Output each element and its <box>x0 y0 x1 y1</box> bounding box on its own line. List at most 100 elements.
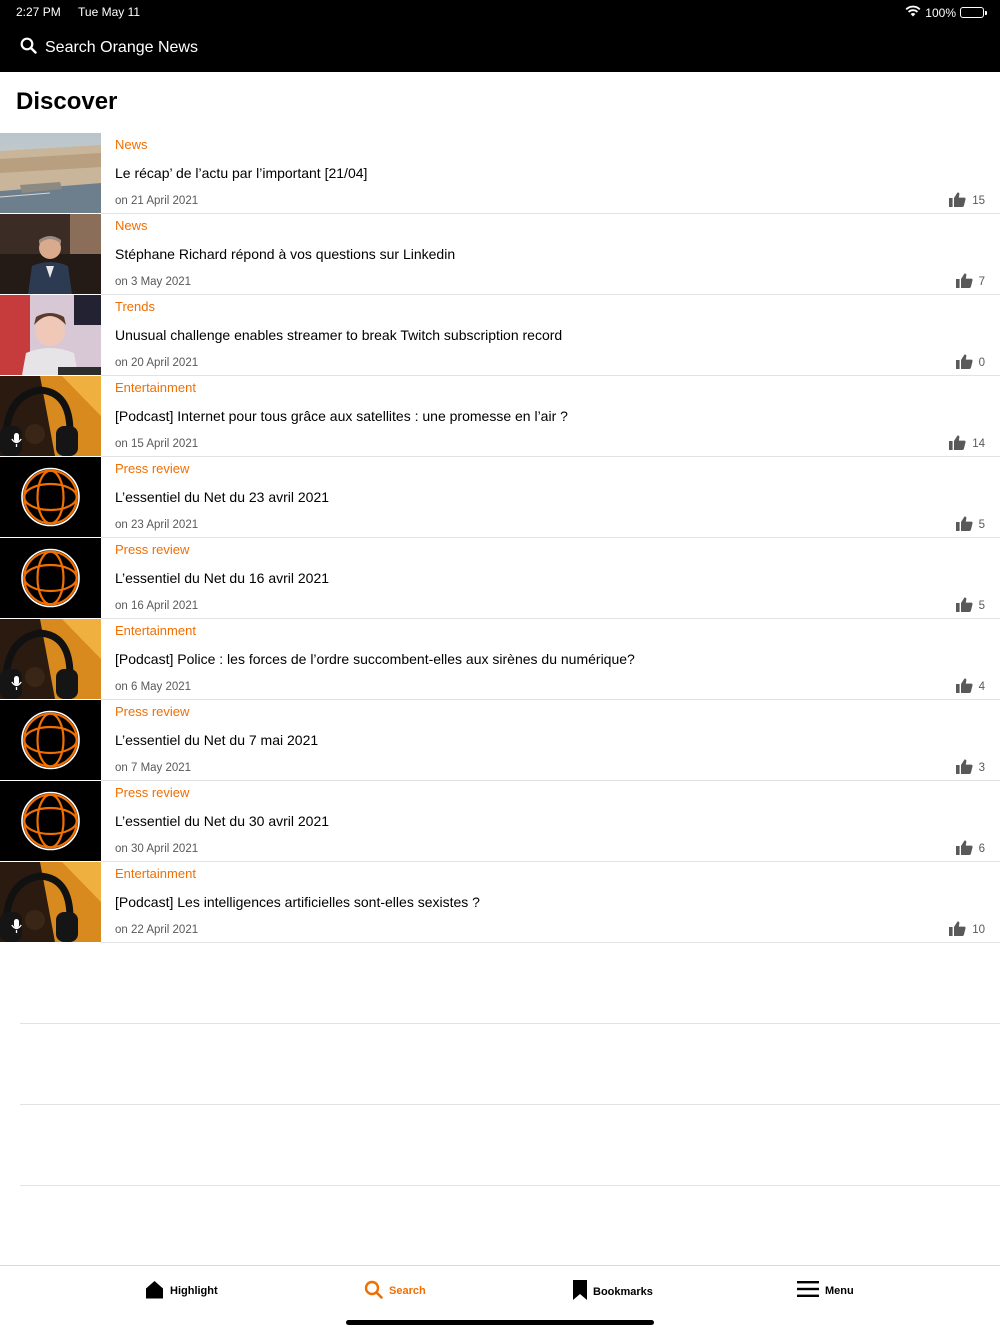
article-likes[interactable]: 15 <box>949 192 985 210</box>
article-category: Press review <box>115 704 190 719</box>
article-like-count: 6 <box>978 843 985 855</box>
article-item[interactable]: Press review L’essentiel du Net du 7 mai … <box>0 700 1000 781</box>
article-title: L’essentiel du Net du 7 mai 2021 <box>115 732 319 748</box>
home-icon <box>145 1280 164 1302</box>
article-date: on 6 May 2021 <box>115 681 192 693</box>
article-item[interactable]: Entertainment [Podcast] Les intelligences… <box>0 862 1000 943</box>
article-like-count: 15 <box>972 195 985 207</box>
search-icon <box>364 1280 383 1302</box>
article-category: Entertainment <box>115 380 196 395</box>
article-date: on 30 April 2021 <box>115 843 199 855</box>
article-body: Entertainment [Podcast] Les intelligences… <box>101 862 1000 943</box>
menu-icon <box>797 1280 819 1301</box>
search-field[interactable]: Search Orange News <box>20 36 198 60</box>
article-likes[interactable]: 6 <box>955 840 985 858</box>
article-category: Entertainment <box>115 623 196 638</box>
article-likes[interactable]: 14 <box>949 435 985 453</box>
article-body: News Le récap’ de l’actu par l’important … <box>101 133 1000 214</box>
article-date: on 7 May 2021 <box>115 762 192 774</box>
article-likes[interactable]: 0 <box>955 354 985 372</box>
article-category: News <box>115 218 148 233</box>
article-body: Press review L’essentiel du Net du 16 avr… <box>101 538 1000 619</box>
article-item[interactable]: Trends Unusual challenge enables streamer… <box>0 295 1000 376</box>
article-item[interactable]: News Le récap’ de l’actu par l’important … <box>0 133 1000 214</box>
top-bar: 2:27 PM Tue May 11 100% Search Orange Ne… <box>0 0 1000 72</box>
article-thumbnail <box>0 457 101 537</box>
tab-menu[interactable]: Menu <box>797 1280 854 1301</box>
article-item[interactable]: Press review L’essentiel du Net du 16 avr… <box>0 538 1000 619</box>
article-likes[interactable]: 4 <box>955 678 985 696</box>
thumbs-up-icon <box>949 192 966 210</box>
bookmark-icon <box>573 1280 587 1303</box>
article-thumbnail <box>0 862 101 942</box>
article-likes[interactable]: 7 <box>955 273 985 291</box>
status-date: Tue May 11 <box>78 5 141 19</box>
thumbs-up-icon <box>955 840 973 858</box>
battery-icon <box>960 7 987 18</box>
article-thumbnail <box>0 700 101 780</box>
article-thumbnail <box>0 619 101 699</box>
article-body: Trends Unusual challenge enables streamer… <box>101 295 1000 376</box>
tab-menu-label: Menu <box>825 1284 854 1297</box>
article-body: Press review L’essentiel du Net du 23 avr… <box>101 457 1000 538</box>
article-title: [Podcast] Internet pour tous grâce aux s… <box>115 408 568 424</box>
empty-list-separator <box>20 1023 1000 1024</box>
article-date: on 16 April 2021 <box>115 600 199 612</box>
article-title: L’essentiel du Net du 30 avril 2021 <box>115 813 330 829</box>
article-item[interactable]: Press review L’essentiel du Net du 30 avr… <box>0 781 1000 862</box>
article-category: News <box>115 137 148 152</box>
thumbs-up-icon <box>955 516 973 534</box>
empty-list-separator <box>20 1185 1000 1186</box>
article-category: Press review <box>115 785 190 800</box>
article-category: Trends <box>115 299 155 314</box>
tab-search[interactable]: Search <box>364 1280 426 1302</box>
article-likes[interactable]: 3 <box>955 759 985 777</box>
page-title: Discover <box>16 88 118 115</box>
article-thumbnail <box>0 538 101 618</box>
article-item[interactable]: News Stéphane Richard répond à vos questi… <box>0 214 1000 295</box>
article-body: Press review L’essentiel du Net du 30 avr… <box>101 781 1000 862</box>
article-list: News Le récap’ de l’actu par l’important … <box>0 133 1000 943</box>
article-likes[interactable]: 10 <box>949 921 985 939</box>
article-title: Unusual challenge enables streamer to br… <box>115 327 563 343</box>
tab-search-label: Search <box>389 1285 426 1297</box>
battery-percent: 100% <box>925 5 956 20</box>
article-likes[interactable]: 5 <box>955 597 985 615</box>
thumbs-up-icon <box>949 435 966 453</box>
article-like-count: 5 <box>978 600 985 612</box>
article-likes[interactable]: 5 <box>955 516 985 534</box>
article-like-count: 5 <box>978 519 985 531</box>
thumbs-up-icon <box>955 273 973 291</box>
article-date: on 21 April 2021 <box>115 195 199 207</box>
article-like-count: 4 <box>978 681 985 693</box>
wifi-icon <box>905 5 921 20</box>
tab-bookmarks-label: Bookmarks <box>593 1285 653 1298</box>
search-icon <box>20 37 37 59</box>
tab-bookmarks[interactable]: Bookmarks <box>573 1280 653 1303</box>
article-like-count: 7 <box>978 276 985 288</box>
thumbs-up-icon <box>955 678 973 696</box>
article-body: News Stéphane Richard répond à vos questi… <box>101 214 1000 295</box>
article-date: on 22 April 2021 <box>115 924 199 936</box>
empty-list-separator <box>20 1104 1000 1105</box>
article-title: L’essentiel du Net du 16 avril 2021 <box>115 570 330 586</box>
article-item[interactable]: Entertainment [Podcast] Police : les forc… <box>0 619 1000 700</box>
article-title: L’essentiel du Net du 23 avril 2021 <box>115 489 330 505</box>
article-category: Press review <box>115 461 190 476</box>
article-title: Le récap’ de l’actu par l’important [21/… <box>115 165 368 181</box>
article-title: [Podcast] Les intelligences artificielle… <box>115 894 480 910</box>
tab-highlight-label: Highlight <box>170 1285 218 1297</box>
thumbs-up-icon <box>955 597 973 615</box>
article-item[interactable]: Entertainment [Podcast] Internet pour tou… <box>0 376 1000 457</box>
article-like-count: 10 <box>972 924 985 936</box>
article-category: Entertainment <box>115 866 196 881</box>
article-like-count: 14 <box>972 438 985 450</box>
status-time: 2:27 PM <box>16 5 61 19</box>
thumbs-up-icon <box>955 759 973 777</box>
article-title: Stéphane Richard répond à vos questions … <box>115 246 456 262</box>
article-thumbnail <box>0 781 101 861</box>
article-thumbnail <box>0 133 101 213</box>
article-thumbnail <box>0 376 101 456</box>
article-item[interactable]: Press review L’essentiel du Net du 23 avr… <box>0 457 1000 538</box>
tab-highlight[interactable]: Highlight <box>145 1280 218 1302</box>
